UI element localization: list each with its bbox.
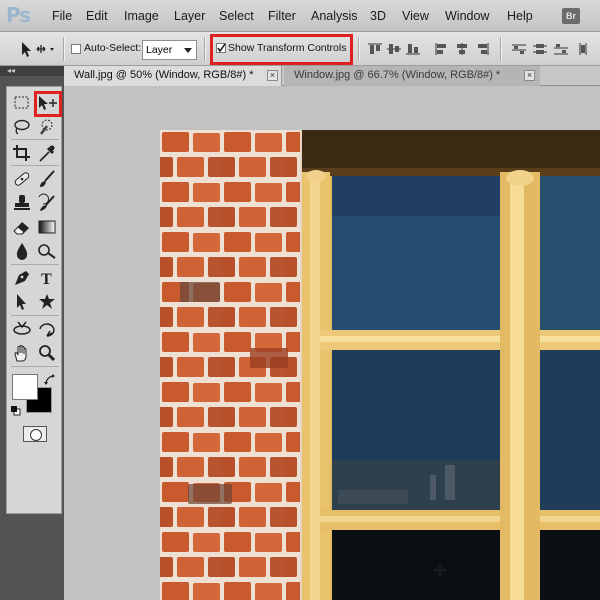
type-tool-glyph: T	[41, 271, 52, 288]
menu-help[interactable]: Help	[507, 9, 533, 23]
path-selection-tool-icon[interactable]	[11, 292, 33, 312]
separator	[11, 366, 59, 367]
type-tool-icon[interactable]: T	[36, 268, 58, 288]
tab-window-jpg-label: Window.jpg @ 66.7% (Window, RGB/8#) *	[294, 69, 501, 81]
auto-select-target-value: Layer	[146, 44, 173, 56]
tab-window-jpg[interactable]: Window.jpg @ 66.7% (Window, RGB/8#) * ×	[284, 66, 540, 86]
toolbox: T	[6, 86, 62, 514]
align-horizontal-centers-icon[interactable]	[455, 43, 469, 55]
highlight-move-tool	[34, 91, 62, 117]
distribute-vertical-centers-icon[interactable]	[533, 43, 547, 55]
menu-image[interactable]: Image	[124, 9, 159, 23]
hand-tool-icon[interactable]	[11, 343, 33, 363]
align-vertical-centers-icon[interactable]	[387, 43, 401, 55]
menu-window[interactable]: Window	[445, 9, 489, 23]
options-bar: Auto-Select: Layer Show Transform Contro…	[0, 32, 600, 66]
pen-tool-icon[interactable]	[11, 268, 33, 288]
auto-select-target-dropdown[interactable]: Layer	[142, 40, 197, 60]
menu-analysis[interactable]: Analysis	[311, 9, 358, 23]
chevron-down-icon	[184, 48, 192, 53]
menu-view[interactable]: View	[402, 9, 429, 23]
canvas-workspace[interactable]	[64, 86, 600, 600]
distribute-left-edges-icon[interactable]	[578, 43, 592, 55]
history-brush-tool-icon[interactable]	[36, 193, 58, 213]
align-left-edges-icon[interactable]	[435, 43, 449, 55]
close-icon[interactable]: ×	[267, 70, 278, 81]
gradient-tool-icon[interactable]	[36, 217, 58, 237]
crop-tool-icon[interactable]	[11, 143, 33, 163]
quick-mask-mode-button[interactable]	[23, 426, 47, 442]
menu-select[interactable]: Select	[219, 9, 254, 23]
rectangular-marquee-tool-icon[interactable]	[11, 93, 33, 113]
eyedropper-tool-icon[interactable]	[36, 143, 58, 163]
auto-select-label: Auto-Select:	[84, 42, 142, 54]
canvas-image	[160, 130, 600, 600]
menu-file[interactable]: File	[52, 9, 72, 23]
document-tab-bar: Wall.jpg @ 50% (Window, RGB/8#) * × Wind…	[64, 66, 600, 86]
lasso-tool-icon[interactable]	[11, 117, 33, 137]
distribute-top-edges-icon[interactable]	[512, 43, 526, 55]
align-top-edges-icon[interactable]	[368, 43, 382, 55]
menu-edit[interactable]: Edit	[86, 9, 108, 23]
move-cursor-icon	[434, 564, 446, 576]
default-colors-icon[interactable]	[11, 405, 21, 416]
bridge-button[interactable]: Br	[562, 8, 580, 24]
eraser-tool-icon[interactable]	[11, 217, 33, 237]
3d-orbit-tool-icon[interactable]	[36, 319, 58, 339]
tools-panel: T	[0, 76, 64, 600]
brush-tool-icon[interactable]	[36, 169, 58, 189]
quick-selection-tool-icon[interactable]	[36, 117, 58, 137]
separator	[63, 37, 64, 61]
menu-filter[interactable]: Filter	[268, 9, 296, 23]
menu-3d[interactable]: 3D	[370, 9, 386, 23]
foreground-color-swatch[interactable]	[12, 374, 38, 400]
zoom-tool-icon[interactable]	[36, 343, 58, 363]
menu-bar: Ps File Edit Image Layer Select Filter A…	[0, 0, 600, 32]
auto-select-checkbox[interactable]	[71, 44, 81, 54]
dodge-tool-icon[interactable]	[36, 241, 58, 261]
toolbox-panel-header[interactable]: ◂◂	[0, 66, 64, 76]
separator	[204, 37, 205, 61]
blur-tool-icon[interactable]	[11, 241, 33, 261]
document-canvas[interactable]	[160, 130, 600, 600]
3d-rotate-tool-icon[interactable]	[11, 319, 33, 339]
separator	[11, 165, 59, 166]
separator	[358, 37, 359, 61]
menu-layer[interactable]: Layer	[174, 9, 205, 23]
separator	[500, 37, 501, 61]
custom-shape-tool-icon[interactable]	[36, 292, 58, 312]
highlight-show-transform-controls	[210, 34, 353, 65]
close-icon[interactable]: ×	[524, 70, 535, 81]
swap-colors-icon[interactable]	[43, 373, 57, 387]
clone-stamp-tool-icon[interactable]	[11, 193, 33, 213]
collapse-panel-icon[interactable]: ◂◂	[7, 67, 15, 75]
distribute-bottom-edges-icon[interactable]	[554, 43, 568, 55]
separator	[11, 264, 59, 265]
separator	[11, 315, 59, 316]
align-bottom-edges-icon[interactable]	[406, 43, 420, 55]
align-right-edges-icon[interactable]	[475, 43, 489, 55]
photoshop-logo: Ps	[6, 3, 31, 27]
tab-wall-jpg-label: Wall.jpg @ 50% (Window, RGB/8#) *	[74, 69, 254, 81]
tool-preset-picker[interactable]	[12, 38, 58, 60]
spot-healing-brush-tool-icon[interactable]	[11, 169, 33, 189]
separator	[11, 139, 59, 140]
tab-wall-jpg[interactable]: Wall.jpg @ 50% (Window, RGB/8#) * ×	[64, 66, 282, 86]
